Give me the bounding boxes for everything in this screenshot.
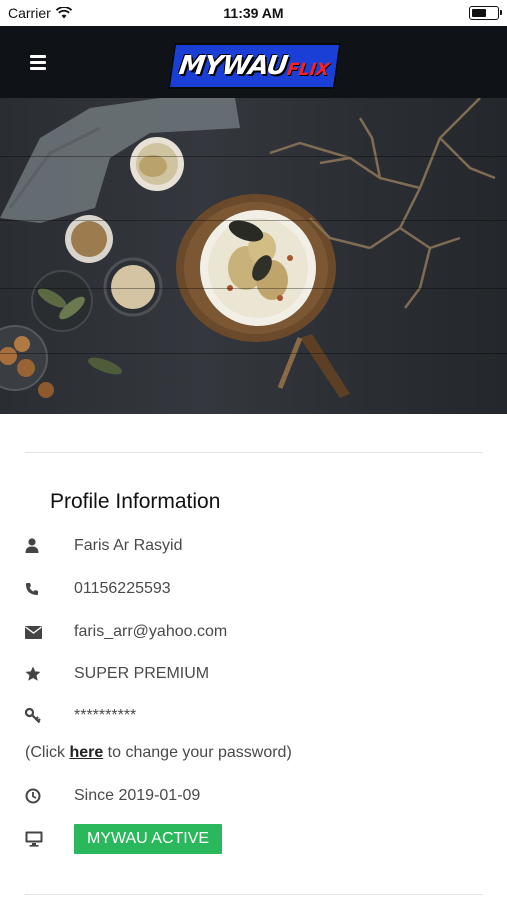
top-divider (25, 452, 483, 453)
password-note-prefix: (Click (25, 744, 70, 761)
phone-icon (25, 579, 74, 599)
profile-membership-row: SUPER PREMIUM (25, 661, 485, 687)
password-note-suffix: to change your password) (103, 744, 292, 761)
envelope-icon (25, 622, 74, 642)
bottom-divider (25, 894, 483, 895)
app-header: MYWAU FLIX (0, 26, 507, 98)
profile-since-row: Since 2019-01-09 (25, 783, 485, 809)
battery-fill (471, 8, 486, 17)
menu-icon[interactable] (30, 55, 46, 70)
profile-phone: 01156225593 (74, 580, 171, 597)
star-icon (25, 664, 74, 684)
profile-name-row: Faris Ar Rasyid (25, 533, 485, 559)
user-icon (25, 536, 74, 556)
change-password-link[interactable]: here (69, 744, 103, 761)
profile-password-row: ********** (25, 703, 485, 729)
profile-since: Since 2019-01-09 (74, 787, 201, 804)
profile-email-row: faris_arr@yahoo.com (25, 619, 485, 645)
hero-image (0, 98, 507, 414)
food-photo (0, 98, 496, 398)
profile-password-mask: ********** (74, 707, 137, 724)
profile-title: Profile Information (50, 490, 221, 513)
clock-icon (25, 786, 74, 806)
status-time: 11:39 AM (223, 5, 284, 21)
profile-status-row: MYWAU ACTIVE (25, 824, 485, 854)
logo-sub-text: FLIX (285, 60, 331, 80)
app-logo[interactable]: MYWAU FLIX (167, 43, 342, 89)
key-icon (25, 706, 74, 726)
battery-icon (469, 6, 502, 20)
password-change-note: (Click here to change your password) (25, 744, 292, 762)
profile-membership: SUPER PREMIUM (74, 665, 210, 682)
logo-main-text: MYWAU (177, 51, 289, 81)
profile-name: Faris Ar Rasyid (74, 537, 183, 554)
profile-phone-row: 01156225593 (25, 576, 485, 602)
status-badge: MYWAU ACTIVE (74, 824, 223, 854)
status-bar: Carrier 11:39 AM (0, 0, 507, 26)
profile-email: faris_arr@yahoo.com (74, 623, 228, 640)
desktop-icon (25, 829, 74, 849)
